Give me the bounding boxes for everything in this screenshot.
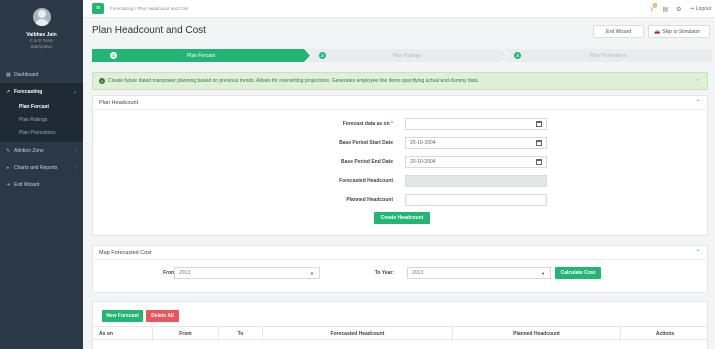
avatar[interactable]	[32, 8, 51, 26]
step-label: Plan Forcast	[186, 52, 216, 59]
chevron-up-icon[interactable]: ⌃	[695, 250, 701, 256]
sidebar-item-exit-wizard[interactable]: ⇥ Exit Wizard	[0, 176, 83, 193]
page-title: Plan Headcount and Cost	[92, 25, 206, 36]
column-header[interactable]: To	[219, 327, 263, 341]
start-date-label: Base Period Start Date	[339, 140, 393, 146]
sidebar-item-label: Exit Wizard	[14, 181, 40, 188]
step-label: Plan Ratings	[392, 52, 422, 59]
sidebar-item-attrition-zone[interactable]: ✎ Attrition Zone ‹	[0, 142, 83, 159]
column-header[interactable]: From	[153, 327, 219, 341]
forecasted-headcount-input	[405, 175, 547, 187]
trend-icon: ↗	[6, 88, 11, 95]
grid-icon[interactable]: ▤	[662, 6, 668, 13]
bell-icon[interactable]: ♪ 1	[650, 2, 658, 13]
wizard-step-1[interactable]: 1 Plan Forcast	[92, 49, 310, 62]
logout-button[interactable]: ⇥ Logout	[690, 6, 712, 12]
forecast-table-panel: New Forecast Delete All As on From To Fo…	[92, 301, 709, 349]
wizard-step-3[interactable]: 3 Plan Promotions	[504, 49, 712, 62]
chevron-down-icon: ⌄	[72, 88, 77, 95]
edit-icon: ✎	[6, 147, 11, 154]
top-bar: ≡ Forecasting / Plan Headcount and Cost …	[83, 0, 715, 18]
hamburger-icon: ≡	[95, 5, 101, 12]
sidebar-nav: ▦ Dashboard ↗ Forecasting ⌄ Plan Forcast…	[0, 66, 83, 193]
calendar-icon[interactable]	[536, 140, 542, 146]
sidebar-item-label: Forecasting	[14, 88, 43, 95]
car-icon: 🚗	[654, 28, 661, 35]
caret-down-icon: ▼	[541, 270, 545, 276]
dashboard-icon: ▦	[6, 71, 11, 78]
breadcrumb: Forecasting / Plan Headcount and Cost	[110, 6, 189, 11]
forecast-date-label: Forecast data as on *	[342, 121, 393, 127]
logout-icon: ⇥	[689, 6, 694, 12]
sidebar-item-plan-forcast[interactable]: Plan Forcast	[0, 100, 83, 113]
notification-badge: 1	[653, 2, 658, 8]
user-company: StartupBuz	[30, 44, 53, 49]
sidebar-item-plan-promotions[interactable]: Plan Promotions	[0, 126, 83, 139]
panel-title: Map Forecasted Cost	[99, 249, 152, 256]
sidebar-item-label: Dashboard	[14, 71, 39, 78]
menu-toggle-button[interactable]: ≡	[92, 3, 104, 14]
map-cost-panel: Map Forecasted Cost ⌃ From Year: 2013 ▼ …	[92, 245, 708, 293]
sidebar: Vaibhav Jain C & B Team StartupBuz ▦ Das…	[0, 0, 83, 349]
sidebar-item-forecasting[interactable]: ↗ Forecasting ⌄	[0, 83, 83, 100]
delete-all-button[interactable]: Delete All	[146, 310, 179, 322]
to-year-select[interactable]: 2013 ▼	[407, 267, 551, 279]
new-forecast-button[interactable]: New Forecast	[102, 310, 143, 322]
column-header[interactable]: Forecasted Headcount	[263, 327, 453, 341]
calculate-cost-button[interactable]: Calculate Cost	[555, 267, 601, 279]
sidebar-item-dashboard[interactable]: ▦ Dashboard	[0, 66, 83, 83]
end-date-label: Base Period End Date	[341, 159, 393, 165]
gear-icon[interactable]: ⚙	[676, 6, 681, 13]
from-year-label: From Year:	[162, 270, 189, 276]
forecasting-submenu: Plan Forcast Plan Ratings Plan Promotion…	[0, 100, 83, 142]
exit-icon: ⇥	[6, 181, 11, 188]
start-date-input[interactable]: 20-10-2004	[405, 137, 547, 149]
chevron-up-icon[interactable]: ⌃	[695, 100, 701, 106]
planned-headcount-label: Planned Headcount	[346, 197, 393, 203]
column-header[interactable]: Planned Headcount	[453, 327, 621, 341]
calendar-icon[interactable]	[536, 121, 542, 127]
panel-header: Plan Headcount ⌃	[93, 96, 707, 110]
planned-headcount-input[interactable]	[405, 194, 547, 206]
chevron-left-icon: ‹	[75, 164, 77, 171]
sidebar-item-plan-ratings[interactable]: Plan Ratings	[0, 113, 83, 126]
panel-header: Map Forecasted Cost ⌃	[93, 246, 707, 260]
skip-simulator-label: Skip to Simulator	[662, 28, 701, 35]
user-profile: Vaibhav Jain C & B Team StartupBuz	[0, 0, 83, 60]
wizard-steps: 1 Plan Forcast 2 Plan Ratings 3 Plan Pro…	[92, 49, 715, 62]
step-label: Plan Promotions	[589, 52, 627, 59]
alert-text: Create future dated manpower planning ba…	[108, 78, 480, 84]
column-header[interactable]: As on	[93, 327, 153, 341]
question-icon: ?	[99, 78, 105, 84]
pie-chart-icon: ◕	[6, 164, 10, 171]
top-actions: ♪ 1 ▤ ⚙ ⇥ Logout	[650, 0, 715, 18]
forecast-table-header: As on From To Forecasted Headcount Plann…	[93, 326, 709, 341]
plan-headcount-panel: Plan Headcount ⌃ Forecast data as on * B…	[92, 95, 708, 236]
sidebar-item-charts-reports[interactable]: ◕ Charts and Reports ‹	[0, 159, 83, 176]
wizard-step-2[interactable]: 2 Plan Ratings	[307, 49, 507, 62]
skip-simulator-button[interactable]: 🚗 Skip to Simulator	[648, 25, 710, 38]
info-alert: ? Create future dated manpower planning …	[92, 72, 708, 90]
sidebar-item-label: Attrition Zone	[14, 147, 44, 154]
forecast-date-input[interactable]	[405, 118, 547, 130]
forecasted-headcount-label: Forecasted Headcount	[339, 178, 393, 184]
chevron-left-icon: ‹	[75, 147, 77, 154]
to-year-label: To Year:	[374, 270, 394, 276]
create-headcount-button[interactable]: Create Headcount	[374, 212, 430, 224]
sidebar-item-label: Charts and Reports	[14, 164, 58, 171]
exit-wizard-button[interactable]: Exit Wizard	[593, 25, 644, 38]
logout-label: Logout	[695, 6, 711, 12]
column-header: Actions	[655, 331, 675, 337]
panel-title: Plan Headcount	[99, 99, 139, 106]
end-date-input[interactable]: 20-10-2004	[405, 156, 547, 168]
calendar-icon[interactable]	[536, 159, 542, 165]
close-icon[interactable]: ×	[695, 78, 699, 84]
